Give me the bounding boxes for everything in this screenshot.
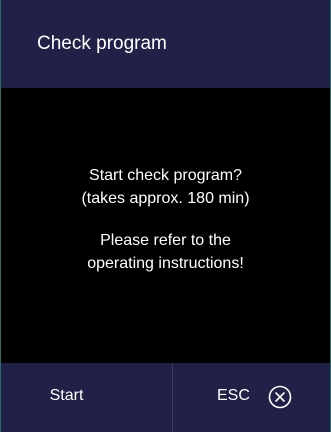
- duration-note: (takes approx. 180 min): [81, 190, 250, 207]
- instructions-note: Please refer to the operating instructio…: [1, 229, 330, 275]
- dialog-body: Start check program? (takes approx. 180 …: [1, 88, 330, 363]
- refer-line-1: Please refer to the: [100, 232, 231, 249]
- question-line: Start check program?: [89, 167, 242, 184]
- refer-line-2: operating instructions!: [87, 255, 244, 272]
- close-circle-icon: [268, 385, 292, 409]
- dialog-footer: Start ESC: [1, 363, 330, 432]
- esc-button[interactable]: ESC: [173, 363, 330, 432]
- start-button[interactable]: Start: [1, 363, 173, 432]
- start-button-label: Start: [49, 387, 84, 404]
- dialog-header: Check program: [1, 0, 330, 88]
- check-program-dialog: Check program Start check program? (take…: [0, 0, 331, 432]
- dialog-title: Check program: [37, 33, 167, 54]
- confirm-question: Start check program? (takes approx. 180 …: [1, 164, 330, 210]
- esc-button-label: ESC: [217, 387, 250, 404]
